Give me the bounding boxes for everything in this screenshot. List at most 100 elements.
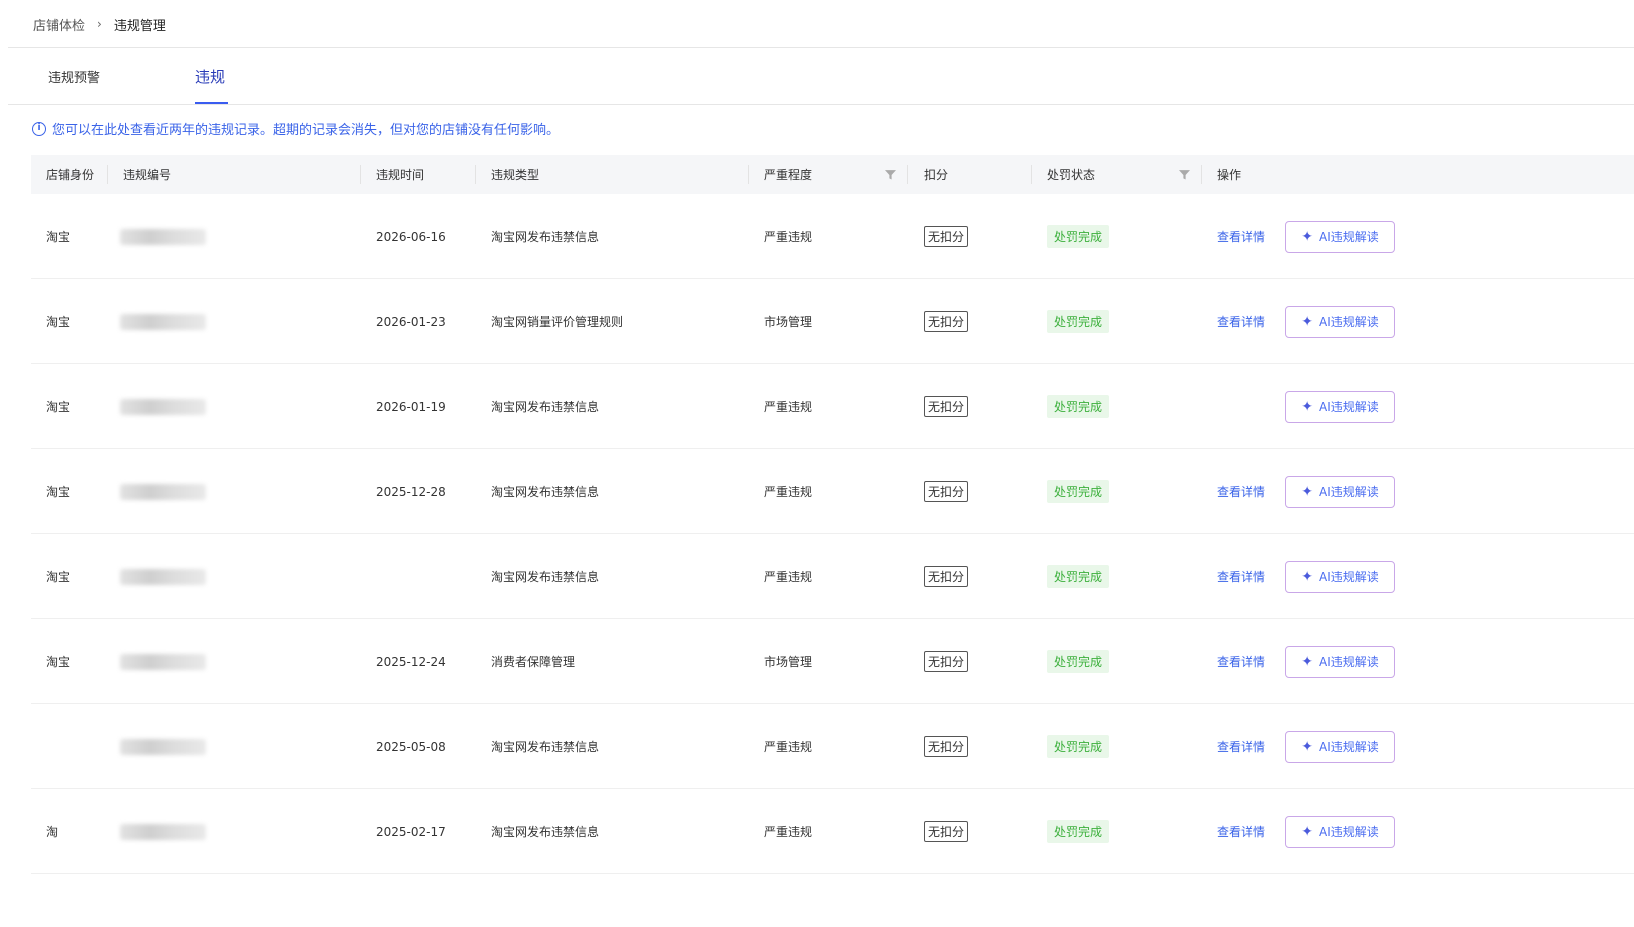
ai-button-label: AI违规解读 [1318, 655, 1379, 669]
breadcrumb-parent[interactable]: 店铺体检 [33, 15, 85, 34]
table-row: 淘宝 2025-12-24 消费者保障管理 市场管理 无扣分 处罚完成 查看详情 ✦ AI违规解… [31, 619, 1634, 704]
view-detail-link[interactable]: 查看详情 [1217, 738, 1265, 755]
view-detail-link[interactable]: 查看详情 [1217, 653, 1265, 670]
redacted-id-block [120, 653, 206, 670]
ai-violation-interpret-button[interactable]: ✦ AI违规解读 [1285, 390, 1395, 423]
breadcrumb: 店铺体检 › 违规管理 [33, 12, 166, 36]
ai-cell: ✦ AI违规解读 [1285, 194, 1395, 279]
ai-button-label: AI违规解读 [1318, 315, 1379, 329]
info-circle-icon: i [32, 121, 46, 136]
violation-id-redacted [120, 704, 206, 789]
table-row: 淘 2025-02-17 淘宝网发布违禁信息 严重违规 无扣分 处罚完成 查看详情 ✦ AI违规… [31, 789, 1634, 874]
deduct-tag: 无扣分 [924, 481, 969, 502]
violation-id-redacted [120, 364, 206, 449]
redacted-id-block [120, 568, 206, 585]
violation-id-redacted [120, 789, 206, 874]
status-filter-icon[interactable] [1179, 169, 1190, 180]
view-detail-link[interactable]: 查看详情 [1217, 313, 1265, 330]
severity: 市场管理 [764, 655, 813, 669]
ai-cell: ✦ AI违规解读 [1285, 704, 1395, 789]
ai-button-label: AI违规解读 [1318, 570, 1379, 584]
violation-date: 2026-01-23 [376, 314, 446, 329]
column-header-penalty-status: 处罚状态 [1047, 168, 1096, 182]
violation-date: 2026-06-16 [376, 229, 446, 244]
breadcrumb-separator-icon: › [97, 17, 102, 31]
violation-type: 淘宝网发布违禁信息 [491, 485, 600, 499]
ai-violation-interpret-button[interactable]: ✦ AI违规解读 [1285, 730, 1395, 763]
sparkle-icon: ✦ [1301, 653, 1313, 670]
ai-violation-interpret-button[interactable]: ✦ AI违规解读 [1285, 475, 1395, 508]
status-badge: 处罚完成 [1047, 395, 1110, 418]
severity-filter-icon[interactable] [885, 169, 896, 180]
status-badge: 处罚完成 [1047, 820, 1110, 843]
violation-date: 2026-01-19 [376, 399, 446, 414]
view-detail-link[interactable]: 查看详情 [1217, 228, 1265, 245]
violation-date: 2025-05-08 [376, 739, 446, 754]
status-cell: 处罚完成 [1047, 619, 1110, 704]
view-detail-link[interactable]: 查看详情 [1217, 823, 1265, 840]
column-header-violation-id: 违规编号 [123, 168, 172, 182]
detail-cell: 查看详情 [1217, 534, 1265, 619]
status-cell: 处罚完成 [1047, 449, 1110, 534]
sparkle-icon: ✦ [1301, 568, 1313, 585]
deduct-tag: 无扣分 [924, 226, 969, 247]
table-row: 淘宝 2025-12-28 淘宝网发布违禁信息 严重违规 无扣分 处罚完成 查看详情 ✦ AI违… [31, 449, 1634, 534]
severity: 严重违规 [764, 485, 813, 499]
shop-identity: 淘 [46, 825, 59, 839]
shop-identity: 淘宝 [46, 655, 71, 669]
column-header-shop: 店铺身份 [46, 168, 95, 182]
column-divider [475, 165, 476, 184]
deduct-cell: 无扣分 [924, 194, 969, 279]
status-cell: 处罚完成 [1047, 534, 1110, 619]
tab-violation[interactable]: 违规 [195, 48, 225, 104]
status-cell: 处罚完成 [1047, 789, 1110, 874]
table-body: 淘宝 2026-06-16 淘宝网发布违禁信息 严重违规 无扣分 处罚完成 查看详情 ✦ AI违… [31, 194, 1634, 874]
sparkle-icon: ✦ [1301, 398, 1313, 415]
ai-violation-interpret-button[interactable]: ✦ AI违规解读 [1285, 645, 1395, 678]
ai-violation-interpret-button[interactable]: ✦ AI违规解读 [1285, 815, 1395, 848]
deduct-tag: 无扣分 [924, 396, 969, 417]
ai-cell: ✦ AI违规解读 [1285, 789, 1395, 874]
ai-cell: ✦ AI违规解读 [1285, 279, 1395, 364]
ai-violation-interpret-button[interactable]: ✦ AI违规解读 [1285, 560, 1395, 593]
deduct-cell: 无扣分 [924, 534, 969, 619]
column-divider [107, 165, 108, 184]
sparkle-icon: ✦ [1301, 313, 1313, 330]
ai-cell: ✦ AI违规解读 [1285, 619, 1395, 704]
sparkle-icon: ✦ [1301, 823, 1313, 840]
column-header-violation-time: 违规时间 [376, 168, 425, 182]
redacted-id-block [120, 823, 206, 840]
table-row: 淘宝 2026-06-16 淘宝网发布违禁信息 严重违规 无扣分 处罚完成 查看详情 ✦ AI违… [31, 194, 1634, 279]
ai-cell: ✦ AI违规解读 [1285, 534, 1395, 619]
shop-identity: 淘宝 [46, 400, 71, 414]
tab-violation-warning[interactable]: 违规预警 [48, 48, 100, 104]
violation-type: 淘宝网发布违禁信息 [491, 570, 600, 584]
violation-date: 2025-02-17 [376, 824, 446, 839]
column-header-deduct: 扣分 [924, 168, 949, 182]
violation-date: 2025-12-28 [376, 484, 446, 499]
ai-violation-interpret-button[interactable]: ✦ AI违规解读 [1285, 305, 1395, 338]
status-cell: 处罚完成 [1047, 364, 1110, 449]
view-detail-link[interactable]: 查看详情 [1217, 483, 1265, 500]
column-header-violation-type: 违规类型 [491, 168, 540, 182]
severity: 严重违规 [764, 825, 813, 839]
view-detail-link[interactable]: 查看详情 [1217, 568, 1265, 585]
ai-button-label: AI违规解读 [1318, 740, 1379, 754]
deduct-cell: 无扣分 [924, 789, 969, 874]
column-header-actions: 操作 [1217, 168, 1242, 182]
column-divider [1031, 165, 1032, 184]
deduct-tag: 无扣分 [924, 566, 969, 587]
column-divider [360, 165, 361, 184]
deduct-tag: 无扣分 [924, 736, 969, 757]
violation-type: 消费者保障管理 [491, 655, 576, 669]
deduct-cell: 无扣分 [924, 449, 969, 534]
violation-id-redacted [120, 194, 206, 279]
status-badge: 处罚完成 [1047, 735, 1110, 758]
shop-identity: 淘宝 [46, 315, 71, 329]
violation-id-redacted [120, 449, 206, 534]
shop-identity: 淘宝 [46, 485, 71, 499]
notice-text: 您可以在此处查看近两年的违规记录。超期的记录会消失，但对您的店铺没有任何影响。 [52, 123, 560, 138]
ai-violation-interpret-button[interactable]: ✦ AI违规解读 [1285, 220, 1395, 253]
tab-bar: 违规预警 违规 [8, 48, 1634, 105]
status-cell: 处罚完成 [1047, 279, 1110, 364]
